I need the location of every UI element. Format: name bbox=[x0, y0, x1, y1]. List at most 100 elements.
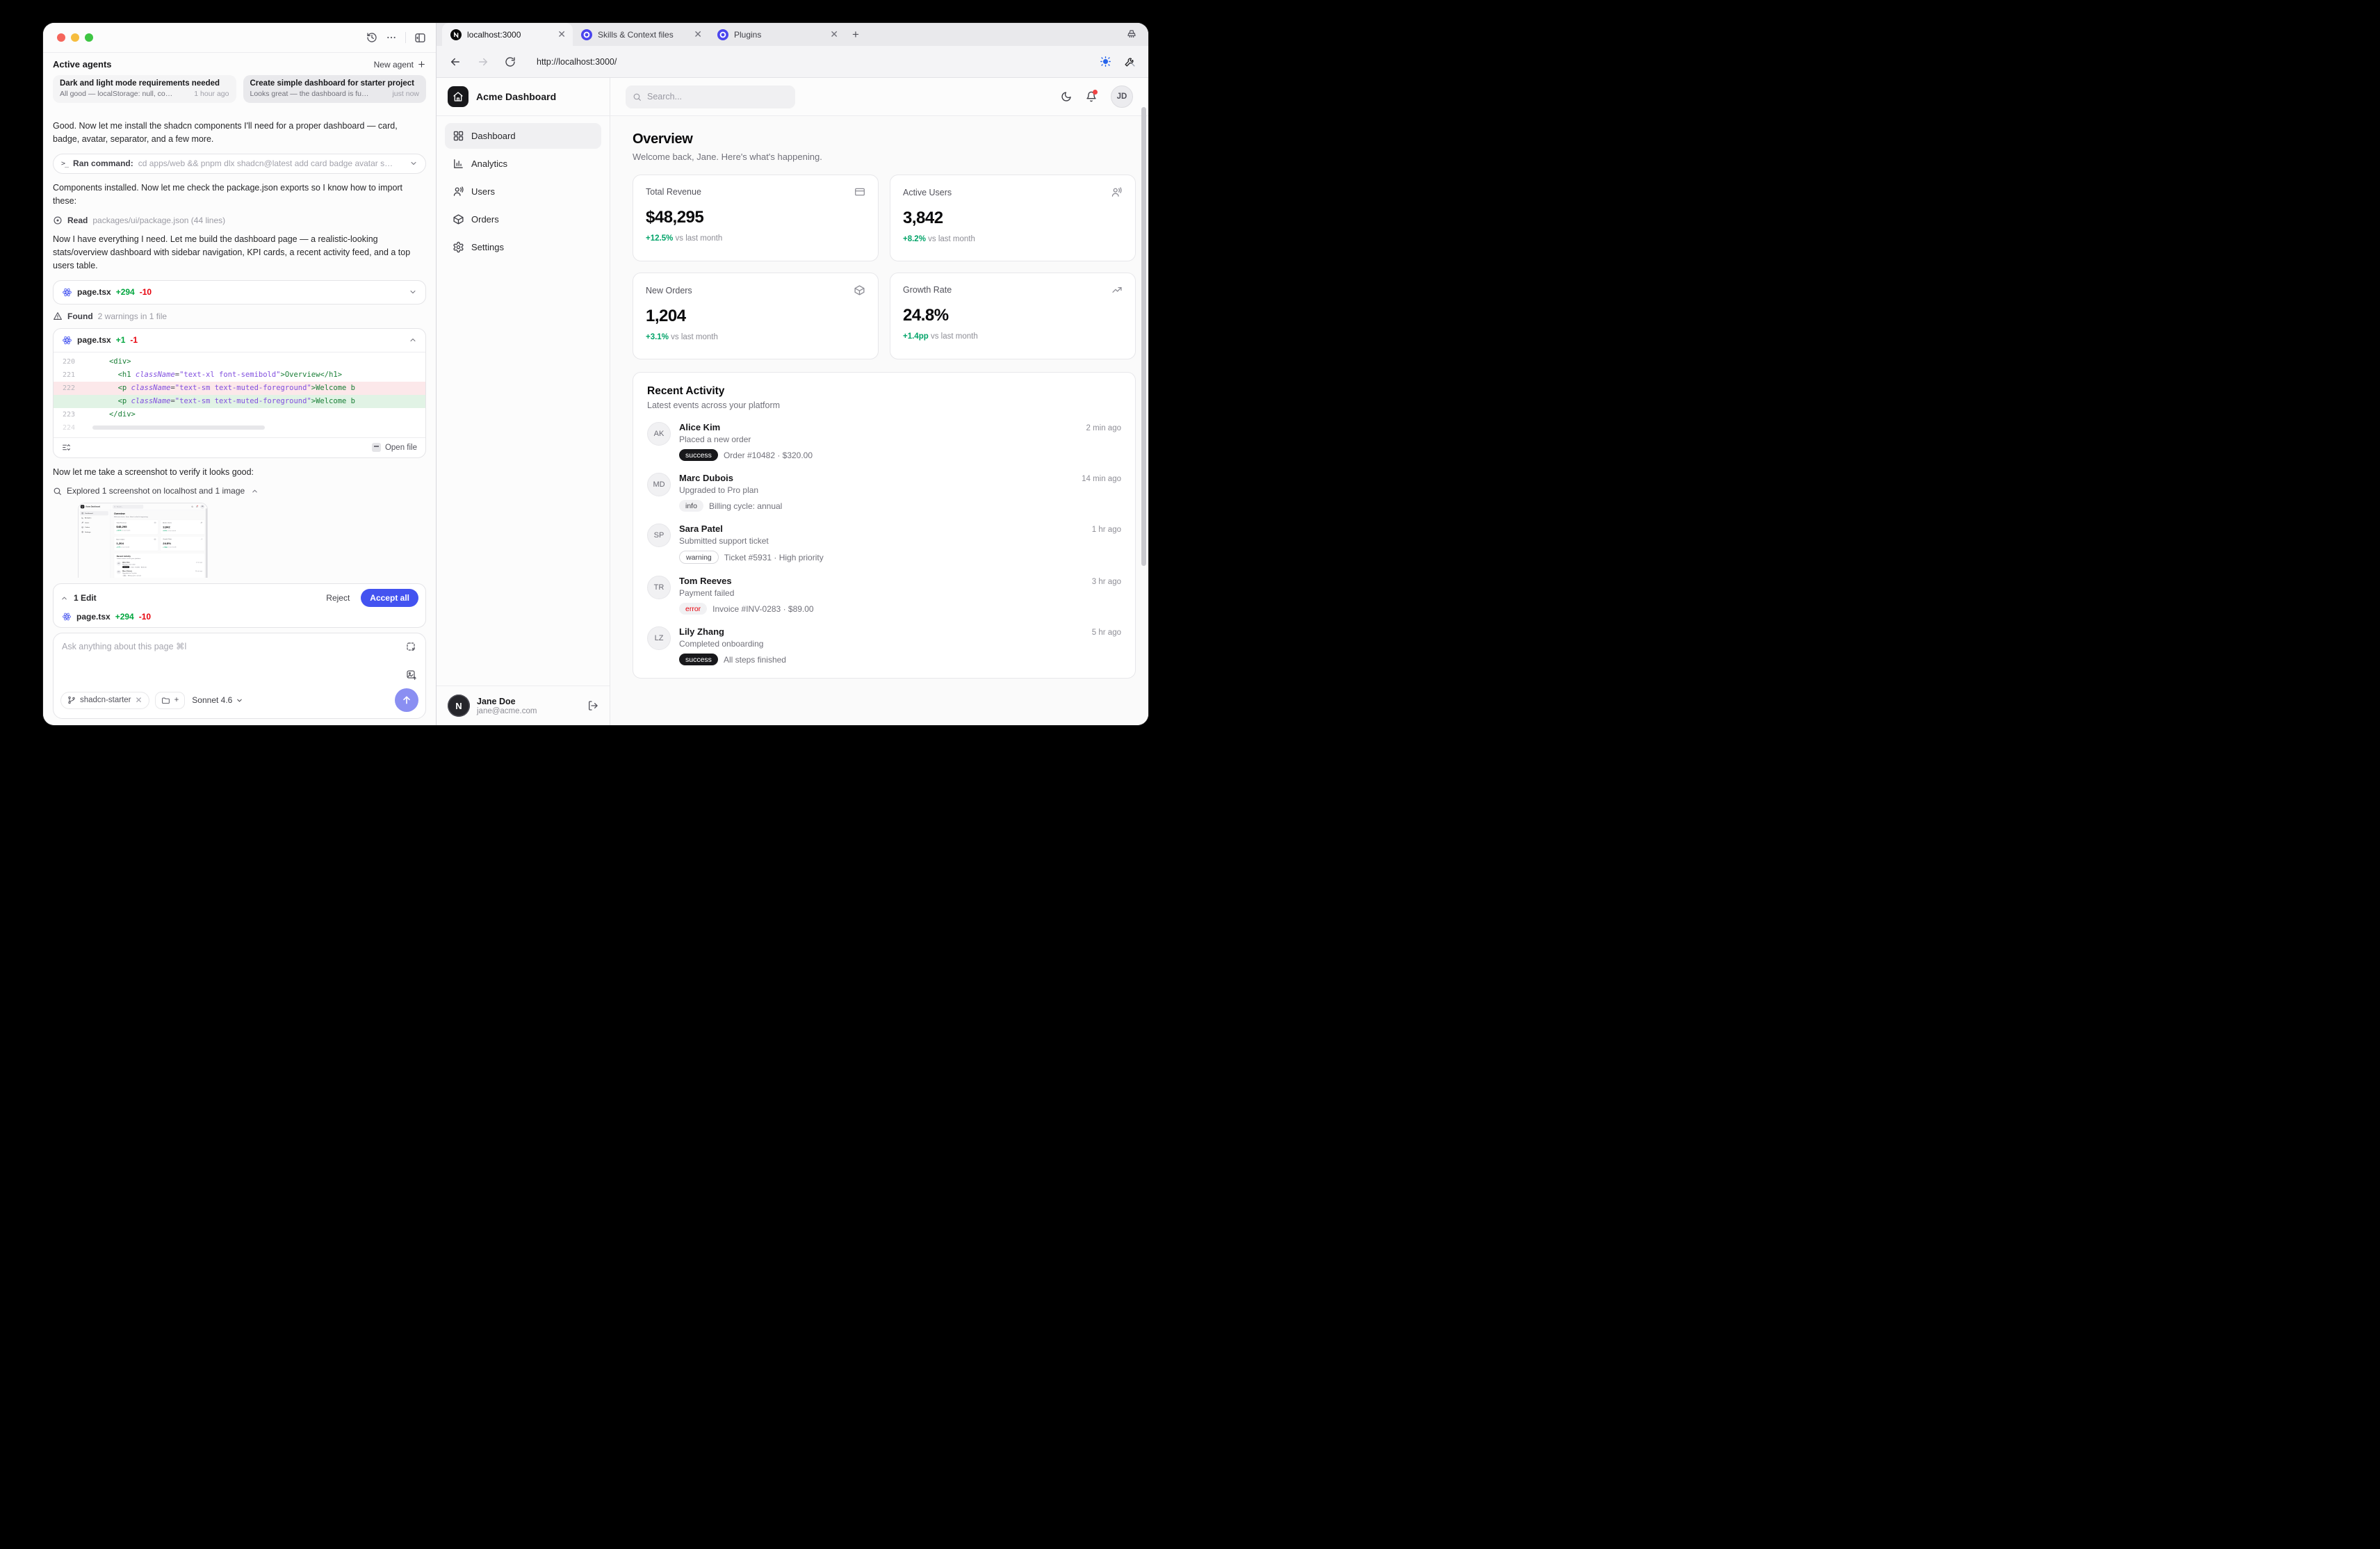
collapse-panel-icon[interactable] bbox=[414, 32, 426, 44]
tab-close-icon[interactable]: ✕ bbox=[694, 29, 702, 40]
nav-item-icon bbox=[81, 512, 83, 514]
kpi-card: Growth Rate 24.8% +1.4pp vs last month bbox=[160, 536, 205, 551]
activity-item[interactable]: LZ Lily Zhang 5 hr ago Completed onboard… bbox=[647, 626, 1121, 665]
activity-item[interactable]: MD Marc Dubois 14 min ago Upgraded to Pr… bbox=[116, 569, 202, 577]
react-icon bbox=[62, 287, 72, 298]
kpi-value: 1,204 bbox=[646, 307, 686, 325]
explored-row[interactable]: Explored 1 screenshot on localhost and 1… bbox=[53, 486, 426, 496]
activity-time: 1 hr ago bbox=[1091, 526, 1121, 534]
model-selector[interactable]: Sonnet 4.6 bbox=[190, 695, 245, 705]
notifications-bell-icon[interactable] bbox=[196, 505, 198, 508]
sidebar-nav-item[interactable]: Users bbox=[80, 521, 108, 525]
browser-tab[interactable]: Plugins ✕ bbox=[709, 23, 845, 46]
sidebar-user-row[interactable]: N Jane Doe jane@acme.com bbox=[437, 686, 610, 725]
kpi-delta: +3.1% vs last month bbox=[646, 333, 718, 341]
tab-close-icon[interactable]: ✕ bbox=[557, 29, 566, 40]
dashboard-content: Search... JD Overview Welcome back, Jane… bbox=[110, 503, 207, 578]
nav-item-label: Orders bbox=[471, 214, 499, 225]
new-agent-button[interactable]: New agent bbox=[374, 60, 426, 70]
browser-tab[interactable]: Skills & Context files ✕ bbox=[573, 23, 709, 46]
search-input[interactable]: Search... bbox=[113, 504, 144, 509]
activity-item[interactable]: SP Sara Patel 1 hr ago Submitted support… bbox=[647, 524, 1121, 564]
activity-subtitle: Latest events across your platform bbox=[647, 400, 781, 410]
chevron-down-icon[interactable] bbox=[409, 288, 417, 296]
search-input[interactable]: Search... bbox=[626, 85, 795, 108]
address-bar[interactable]: http://localhost:3000/ bbox=[537, 57, 617, 67]
accept-all-button[interactable]: Accept all bbox=[361, 589, 418, 607]
topbar-avatar[interactable]: JD bbox=[200, 505, 205, 509]
brand-header[interactable]: Acme Dashboard bbox=[437, 78, 610, 116]
sidebar-nav-item[interactable]: Orders bbox=[80, 525, 108, 529]
edited-file-row[interactable]: page.tsx +294 -10 bbox=[60, 607, 418, 623]
activity-name: Marc Dubois bbox=[122, 569, 133, 572]
sidebar-nav-item[interactable]: Orders bbox=[445, 206, 601, 232]
screenshot-thumbnail-content: Acme Dashboard Dashboard Analytics Users… bbox=[79, 503, 207, 578]
remove-branch-icon[interactable]: ✕ bbox=[136, 695, 142, 705]
add-folder-chip[interactable]: + bbox=[154, 691, 186, 709]
element-selector-icon[interactable] bbox=[406, 642, 417, 653]
tab-title: Plugins bbox=[734, 29, 762, 40]
activity-name: Alice Kim bbox=[122, 561, 130, 564]
sidebar-nav-item[interactable]: Analytics bbox=[80, 516, 108, 520]
history-icon[interactable] bbox=[366, 32, 377, 43]
agent-card[interactable]: Create simple dashboard for starter proj… bbox=[243, 75, 426, 103]
open-file-button[interactable]: Open file bbox=[371, 443, 417, 453]
nav-item-icon bbox=[81, 521, 83, 524]
dark-mode-moon-icon[interactable] bbox=[1061, 91, 1072, 102]
activity-item[interactable]: MD Marc Dubois 14 min ago Upgraded to Pr… bbox=[647, 473, 1121, 512]
brush-icon[interactable] bbox=[1126, 23, 1137, 46]
activity-item[interactable]: AK Alice Kim 2 min ago Placed a new orde… bbox=[647, 422, 1121, 461]
forward-icon[interactable] bbox=[477, 56, 489, 68]
branch-chip[interactable]: shadcn-starter ✕ bbox=[60, 691, 149, 709]
reload-icon[interactable] bbox=[505, 56, 516, 67]
logout-icon[interactable] bbox=[587, 700, 598, 711]
file-diff-card-collapsed[interactable]: page.tsx +294 -10 bbox=[53, 279, 426, 305]
sidebar-nav-item[interactable]: Users bbox=[445, 179, 601, 204]
kpi-value: 24.8% bbox=[903, 306, 949, 325]
chevron-up-icon[interactable] bbox=[251, 487, 259, 495]
activity-name: Lily Zhang bbox=[679, 626, 724, 637]
chevron-up-icon[interactable] bbox=[409, 336, 417, 344]
activity-item[interactable]: AK Alice Kim 2 min ago Placed a new orde… bbox=[116, 561, 202, 569]
nav-item-icon bbox=[453, 186, 464, 197]
reject-button[interactable]: Reject bbox=[320, 590, 355, 606]
chevron-up-icon[interactable] bbox=[60, 594, 68, 602]
minimize-window-button[interactable] bbox=[71, 33, 79, 42]
chat-transcript[interactable]: Good. Now let me install the shadcn comp… bbox=[43, 109, 436, 578]
read-file-row[interactable]: Read packages/ui/package.json (44 lines) bbox=[53, 216, 426, 225]
tab-close-icon[interactable]: ✕ bbox=[830, 29, 838, 40]
sidebar-nav-item[interactable]: Settings bbox=[80, 530, 108, 534]
activity-item[interactable]: TR Tom Reeves 3 hr ago Payment failed er… bbox=[647, 576, 1121, 615]
agent-card[interactable]: Dark and light mode requirements needed … bbox=[53, 75, 236, 103]
theme-sun-icon[interactable] bbox=[1100, 56, 1111, 67]
expand-diff-icon[interactable] bbox=[62, 443, 71, 452]
dark-mode-moon-icon[interactable] bbox=[191, 505, 193, 508]
file-diff-header[interactable]: page.tsx +1 -1 bbox=[54, 329, 425, 352]
user-email: jane@acme.com bbox=[477, 706, 537, 715]
screenshot-thumbnail[interactable]: Acme Dashboard Dashboard Analytics Users… bbox=[78, 503, 208, 578]
new-tab-button[interactable]: + bbox=[845, 23, 866, 46]
close-window-button[interactable] bbox=[57, 33, 65, 42]
ran-command-row[interactable]: >_ Ran command: cd apps/web && pnpm dlx … bbox=[53, 153, 426, 174]
page-scrollbar[interactable] bbox=[1141, 107, 1146, 566]
kpi-icon bbox=[154, 538, 156, 540]
notifications-bell-icon[interactable] bbox=[1086, 90, 1098, 102]
sidebar-nav-item[interactable]: Settings bbox=[445, 234, 601, 260]
sidebar-nav-item[interactable]: Dashboard bbox=[80, 511, 108, 516]
sidebar-nav-item[interactable]: Dashboard bbox=[445, 123, 601, 149]
topbar-avatar[interactable]: JD bbox=[1111, 86, 1133, 108]
devtools-icon[interactable] bbox=[1124, 56, 1136, 67]
send-button[interactable] bbox=[395, 688, 418, 712]
brand-header[interactable]: Acme Dashboard bbox=[79, 503, 110, 510]
dashboard-main: Overview Welcome back, Jane. Here's what… bbox=[610, 116, 1148, 725]
kpi-label: Total Revenue bbox=[116, 521, 127, 524]
chat-composer[interactable]: Ask anything about this page ⌘l shadcn-s… bbox=[53, 633, 426, 719]
attach-image-icon[interactable] bbox=[406, 670, 417, 681]
zoom-window-button[interactable] bbox=[85, 33, 93, 42]
chevron-down-icon bbox=[237, 699, 243, 701]
chevron-down-icon[interactable] bbox=[409, 159, 418, 168]
sidebar-nav-item[interactable]: Analytics bbox=[445, 151, 601, 177]
back-icon[interactable] bbox=[449, 56, 462, 68]
more-options-icon[interactable] bbox=[386, 32, 397, 43]
browser-tab[interactable]: localhost:3000 ✕ bbox=[442, 23, 573, 46]
